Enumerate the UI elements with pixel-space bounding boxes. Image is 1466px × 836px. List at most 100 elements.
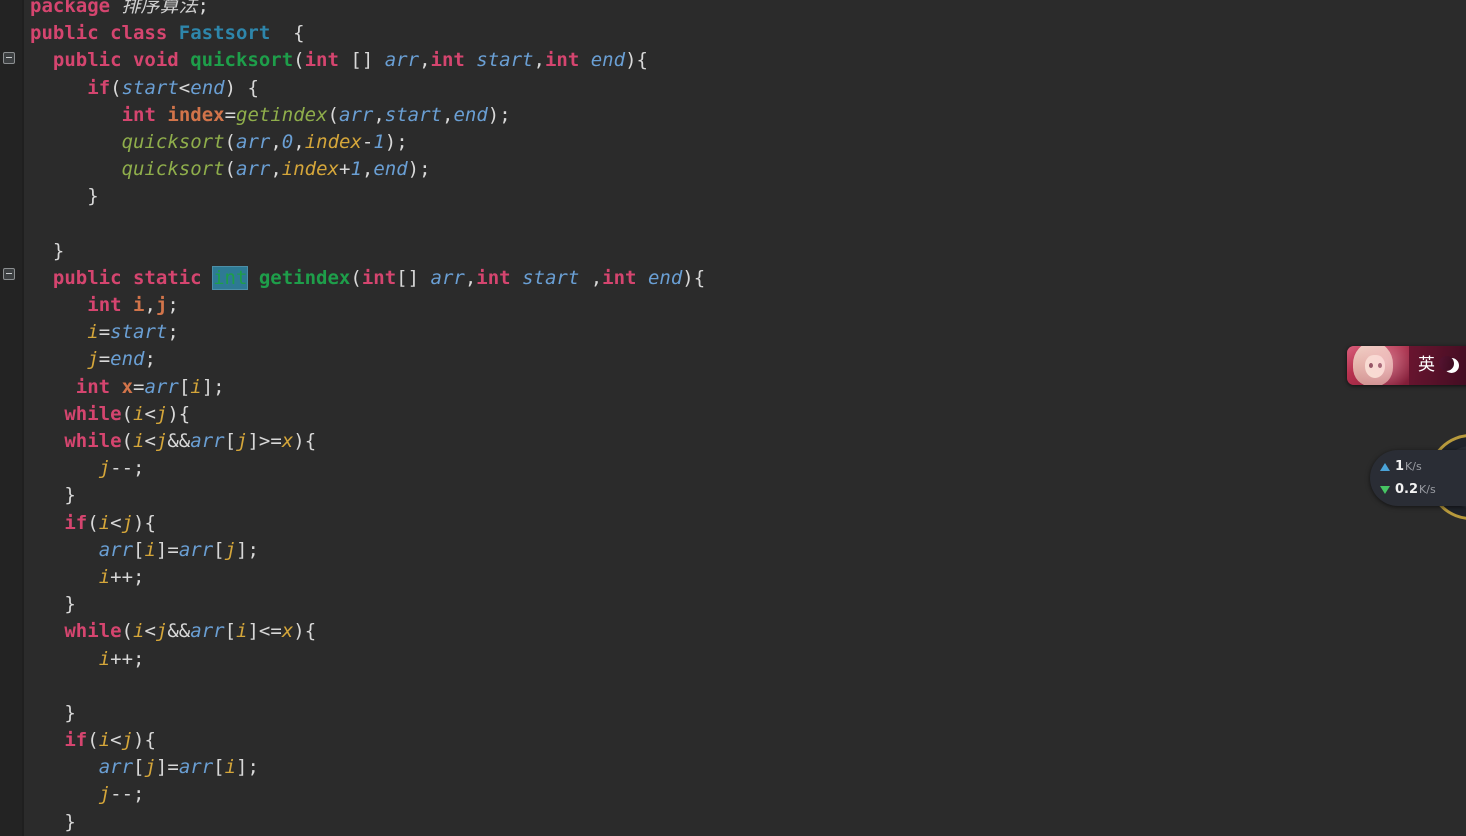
code-token: j	[121, 729, 134, 752]
fold-marker-quicksort[interactable]	[3, 52, 15, 64]
code-token: ){	[133, 729, 156, 752]
code-token: --;	[110, 457, 145, 480]
code-token: [	[133, 538, 145, 561]
code-token: &&	[167, 620, 191, 643]
code-token: ){	[293, 430, 317, 452]
code-token: ];	[236, 756, 259, 779]
code-line[interactable]: }	[0, 591, 1466, 618]
code-token: []	[350, 49, 374, 72]
code-token: ;	[167, 294, 179, 317]
code-token: ];	[201, 375, 225, 398]
code-line[interactable]: while(i<j&&arr[j]>=x){	[0, 428, 1466, 455]
code-token: (	[110, 76, 122, 99]
code-token: i	[190, 375, 202, 398]
code-line[interactable]: }	[0, 183, 1466, 210]
code-line[interactable]: }	[0, 700, 1466, 727]
code-line[interactable]: i++;	[0, 646, 1466, 673]
code-token: ,	[464, 266, 477, 289]
code-token: (	[87, 511, 99, 534]
code-line[interactable]: j=end;	[0, 346, 1466, 373]
editor-gutter[interactable]	[0, 0, 22, 836]
code-line[interactable]: int index=getindex(arr,start,end);	[0, 102, 1466, 129]
code-line[interactable]: if(i<j){	[0, 510, 1466, 537]
code-line[interactable]: }	[0, 482, 1466, 509]
code-token: i	[87, 321, 99, 344]
input-method-floating-bar[interactable]: 英	[1347, 346, 1466, 385]
fold-marker-getindex[interactable]	[3, 268, 15, 280]
code-token: while	[64, 620, 122, 643]
code-line[interactable]	[0, 211, 1466, 238]
code-token: j	[144, 756, 156, 779]
code-line[interactable]: if(start<end) {	[0, 75, 1466, 102]
code-token: j	[155, 294, 168, 317]
code-token: ,	[533, 49, 545, 72]
ime-mode-label[interactable]: 英	[1418, 357, 1435, 374]
code-line[interactable]: int x=arr[i];	[0, 374, 1466, 401]
code-token: (	[121, 402, 133, 425]
code-line[interactable]: arr[j]=arr[i];	[0, 754, 1466, 781]
code-token: x	[281, 430, 294, 452]
code-token: if	[64, 511, 88, 534]
code-token: end	[453, 103, 488, 126]
code-token: arr	[236, 130, 271, 153]
code-line[interactable]: i=start;	[0, 319, 1466, 346]
code-line[interactable]: if(i<j){	[0, 727, 1466, 754]
code-token: public	[52, 266, 122, 289]
code-line[interactable]: }	[0, 809, 1466, 836]
code-token: j	[121, 511, 134, 534]
code-token: end	[590, 49, 626, 72]
code-line[interactable]: i++;	[0, 564, 1466, 591]
code-line[interactable]: while(i<j&&arr[i]<=x){	[0, 618, 1466, 645]
code-token: start	[384, 103, 442, 126]
code-line[interactable]: quicksort(arr,index+1,end);	[0, 156, 1466, 183]
code-token: --;	[110, 783, 145, 806]
code-token: start	[110, 321, 168, 344]
code-token: 1	[373, 130, 385, 153]
code-token: ){	[682, 266, 706, 289]
code-token: <	[144, 620, 156, 643]
code-token: ]=	[155, 538, 179, 561]
code-line[interactable]: int i,j;	[0, 292, 1466, 319]
code-token: i	[133, 402, 145, 425]
code-token: j	[155, 402, 168, 425]
code-token: ;	[144, 348, 156, 371]
code-token: ++;	[110, 565, 145, 588]
code-line[interactable]: public void quicksort(int [] arr,int sta…	[0, 47, 1466, 74]
code-token: [	[224, 620, 237, 643]
code-token: arr	[190, 620, 225, 643]
network-speed-monitor[interactable]: 1 K/s 0.2 K/s	[1370, 450, 1466, 506]
code-line[interactable]: }	[0, 238, 1466, 265]
download-value: 0.2	[1395, 482, 1419, 497]
code-token: x	[121, 375, 134, 398]
code-token: [	[213, 538, 225, 561]
code-token: =	[133, 375, 145, 398]
code-token: start	[476, 49, 534, 72]
screen-root: package 排序算法; public class Fastsort { publ…	[0, 0, 1466, 836]
code-line[interactable]: while(i<j){	[0, 401, 1466, 428]
code-token: class	[110, 22, 168, 45]
code-line[interactable]: public static int getindex(int[] arr,int…	[0, 265, 1466, 292]
code-token: j	[98, 457, 111, 480]
code-text-area[interactable]: package 排序算法; public class Fastsort { publ…	[0, 0, 1466, 833]
code-token: i	[133, 294, 145, 317]
code-line[interactable]: quicksort(arr,0,index-1);	[0, 129, 1466, 156]
arrow-up-icon	[1380, 462, 1390, 471]
code-token: ){	[133, 511, 156, 534]
code-token: (	[121, 430, 133, 452]
code-token: 0	[281, 130, 294, 153]
code-token: i	[133, 620, 145, 643]
ime-avatar-icon[interactable]	[1347, 346, 1409, 385]
code-line[interactable]: package 排序算法;	[0, 0, 1466, 20]
code-line[interactable]: j--;	[0, 781, 1466, 808]
code-token: -	[361, 130, 374, 153]
moon-icon[interactable]	[1439, 355, 1460, 374]
code-token: =	[224, 103, 237, 126]
code-line[interactable]: public class Fastsort {	[0, 20, 1466, 47]
code-token: int	[430, 49, 465, 72]
gutter-divider	[22, 0, 24, 836]
code-line[interactable]	[0, 673, 1466, 700]
code-line[interactable]: j--;	[0, 455, 1466, 482]
code-line[interactable]: arr[i]=arr[j];	[0, 537, 1466, 564]
